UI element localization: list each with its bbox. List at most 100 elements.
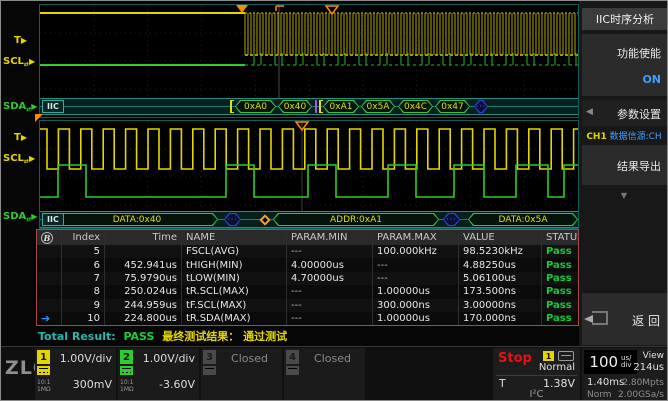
decode-byte-bubble: DATA:0x40 [56,213,218,226]
timebase-scale-box: 100 us/div [584,350,637,374]
channel-block[interactable]: 3 Closed [201,348,282,401]
menu-title: IIC时序分析 [582,8,668,30]
run-stop-indicator[interactable]: Stop [498,351,532,366]
current-row-arrow [37,245,62,258]
decode-ack-bubble: ··· [443,213,460,226]
channel-offset: 300mV [73,378,112,391]
table-row[interactable]: 6 452.941us tHIGH(MIN) 4.00000us --- 4.8… [37,258,578,271]
table-row[interactable]: ➔ 10 224.800us tR.SDA(MAX) --- 1.00000us… [37,312,578,325]
sda-label-1: SDA⇄▶ [3,101,37,113]
cell-status: Pass [542,272,578,285]
decode-ack-bubble: ··· [474,100,488,113]
channel-offset: -3.60V [159,378,195,391]
cell-time: 75.9790us [105,272,182,285]
col-value: VALUE [459,230,542,245]
measurement-table: B Index Time NAME PARAM.MIN PARAM.MAX VA… [36,229,579,326]
total-result-status: PASS [123,330,154,343]
coupling-dc-icon [120,366,133,375]
cell-name: tHIGH(MIN) [182,258,287,271]
cell-index: 10 [62,312,105,325]
coupling-dc-icon [286,366,299,375]
volts-per-div: Closed [231,352,268,365]
cell-param-max: 300.000ns [373,299,459,312]
view-label: View [643,351,664,361]
channel-number-badge: 1 [37,350,50,364]
cell-status: Pass [542,245,578,258]
trigger-mode: Normal [539,362,575,373]
channel-block[interactable]: 1 10:1 1MΩ 1.00V/div 300mV [35,348,116,401]
cell-param-min: --- [287,299,373,312]
data-source-info: CH1 数据信源:CH [579,129,668,142]
zoom-traces [40,121,578,211]
cell-param-max: --- [373,258,459,271]
table-row[interactable]: 8 250.024us tR.SCL(MAX) --- 1.00000us 17… [37,285,578,298]
back-button-label: 返 回 [632,312,660,329]
channel-number-badge: 2 [120,350,133,364]
channel-block[interactable]: 2 10:1 1MΩ 1.00V/div -3.60V [118,348,199,401]
menu-item-function-enable[interactable]: 功能使能 ON [582,34,668,96]
cell-param-min: --- [287,245,373,258]
cell-name: tR.SCL(MAX) [182,285,287,298]
decode-byte-bubble: 0x5A [361,100,395,113]
table-body: 5 FSCL(AVG) --- 100.000kHz 98.5230kHz Pa… [37,245,578,325]
chevron-left-icon: ◀ [586,107,593,117]
table-row[interactable]: 9 244.959us tF.SCL(MAX) --- 300.000ns 3.… [37,299,578,312]
waveform-panel-zoom[interactable]: IIC DATA:0x40···ADDR:0xA1···DATA:0x5A [39,120,579,229]
col-name: NAME [182,230,287,245]
cell-time [105,245,182,258]
zoom-window-corner-marker [35,114,43,122]
channel-block[interactable]: 4 Closed [284,348,365,401]
decode-track-bytes: IIC 0xA00x400xA10x5A0x4C0x47··· [40,98,578,115]
decode-byte-bubble: 0x40 [278,100,312,113]
trigger-coupling-icon [558,351,574,361]
restart-marker [315,100,317,113]
waveform-display[interactable]: T▶ SCL⇄▶ SDA⇄▶ T▶ SCL⇄▶ SDA⇄▶ IIC 0xA00x… [1,1,579,346]
table-row[interactable]: 5 FSCL(AVG) --- 100.000kHz 98.5230kHz Pa… [37,245,578,258]
memory-depth: 2.80Mpts [622,378,664,388]
parameter-settings-label: 参数设置 [617,106,661,122]
back-button[interactable]: 返 回 [582,293,668,345]
channel-number-badge: 4 [286,350,299,364]
cell-index: 9 [62,299,105,312]
cell-time: 452.941us [105,258,182,271]
table-row[interactable]: 7 75.9790us tLOW(MIN) 4.70000us --- 5.06… [37,272,578,285]
start-condition-marker [319,100,323,113]
decode-ack-bubble: ··· [224,213,241,226]
menu-item-parameter-settings[interactable]: ◀ 参数设置 [582,100,668,126]
timebase-block[interactable]: 100 us/div View 214us 1.40ms 2.80Mpts No… [582,348,668,401]
waveform-panel-overview[interactable]: IIC 0xA00x400xA10x5A0x4C0x47··· [39,4,579,118]
acquisition-trigger-block[interactable]: Stop 1 Normal T 1.38V I²C [493,348,580,401]
view-value: 214us [633,362,664,373]
bus-table-icon: B [37,230,62,245]
trigger-bus-type: I²C [493,389,580,400]
cell-value: 4.88250us [459,258,542,271]
total-result-line: Total Result: PASS 最终测试结果： 通过测试 [38,328,287,344]
volts-per-div: Closed [314,352,351,365]
timebase-scale: 100 [589,353,618,371]
cell-value: 3.00000ns [459,299,542,312]
decode-track-frames: IIC DATA:0x40···ADDR:0xA1···DATA:0x5A [40,211,578,228]
menu-item-result-export[interactable]: 结果导出 [582,145,668,185]
chevron-down-icon[interactable]: ▼ [579,191,668,200]
total-result-label: Total Result: [38,330,116,343]
overview-traces [40,5,578,98]
cell-status: Pass [542,299,578,312]
cell-param-min: 4.70000us [287,272,373,285]
result-export-label: 结果导出 [617,158,661,174]
decode-byte-bubble: 0x4C [398,100,433,113]
cell-value: 98.5230kHz [459,245,542,258]
bus-badge-iic: IIC [42,100,64,113]
probe-ratio-label: 10:1 1MΩ [120,379,134,393]
cell-name: tR.SDA(MAX) [182,312,287,325]
trigger-marker-label-2: T▶ [14,132,27,143]
cell-time: 244.959us [105,299,182,312]
coupling-dc-icon [37,366,50,375]
cell-param-min: --- [287,285,373,298]
cell-value: 170.000ns [459,312,542,325]
cell-name: tF.SCL(MAX) [182,299,287,312]
col-index: Index [62,230,105,245]
trigger-source-badge: 1 [543,351,554,361]
menu-sidebar: IIC时序分析 功能使能 ON ◀ 参数设置 CH1 数据信源:CH 结果导出 … [579,1,668,346]
cell-value: 5.06100us [459,272,542,285]
cell-time: 224.800us [105,312,182,325]
